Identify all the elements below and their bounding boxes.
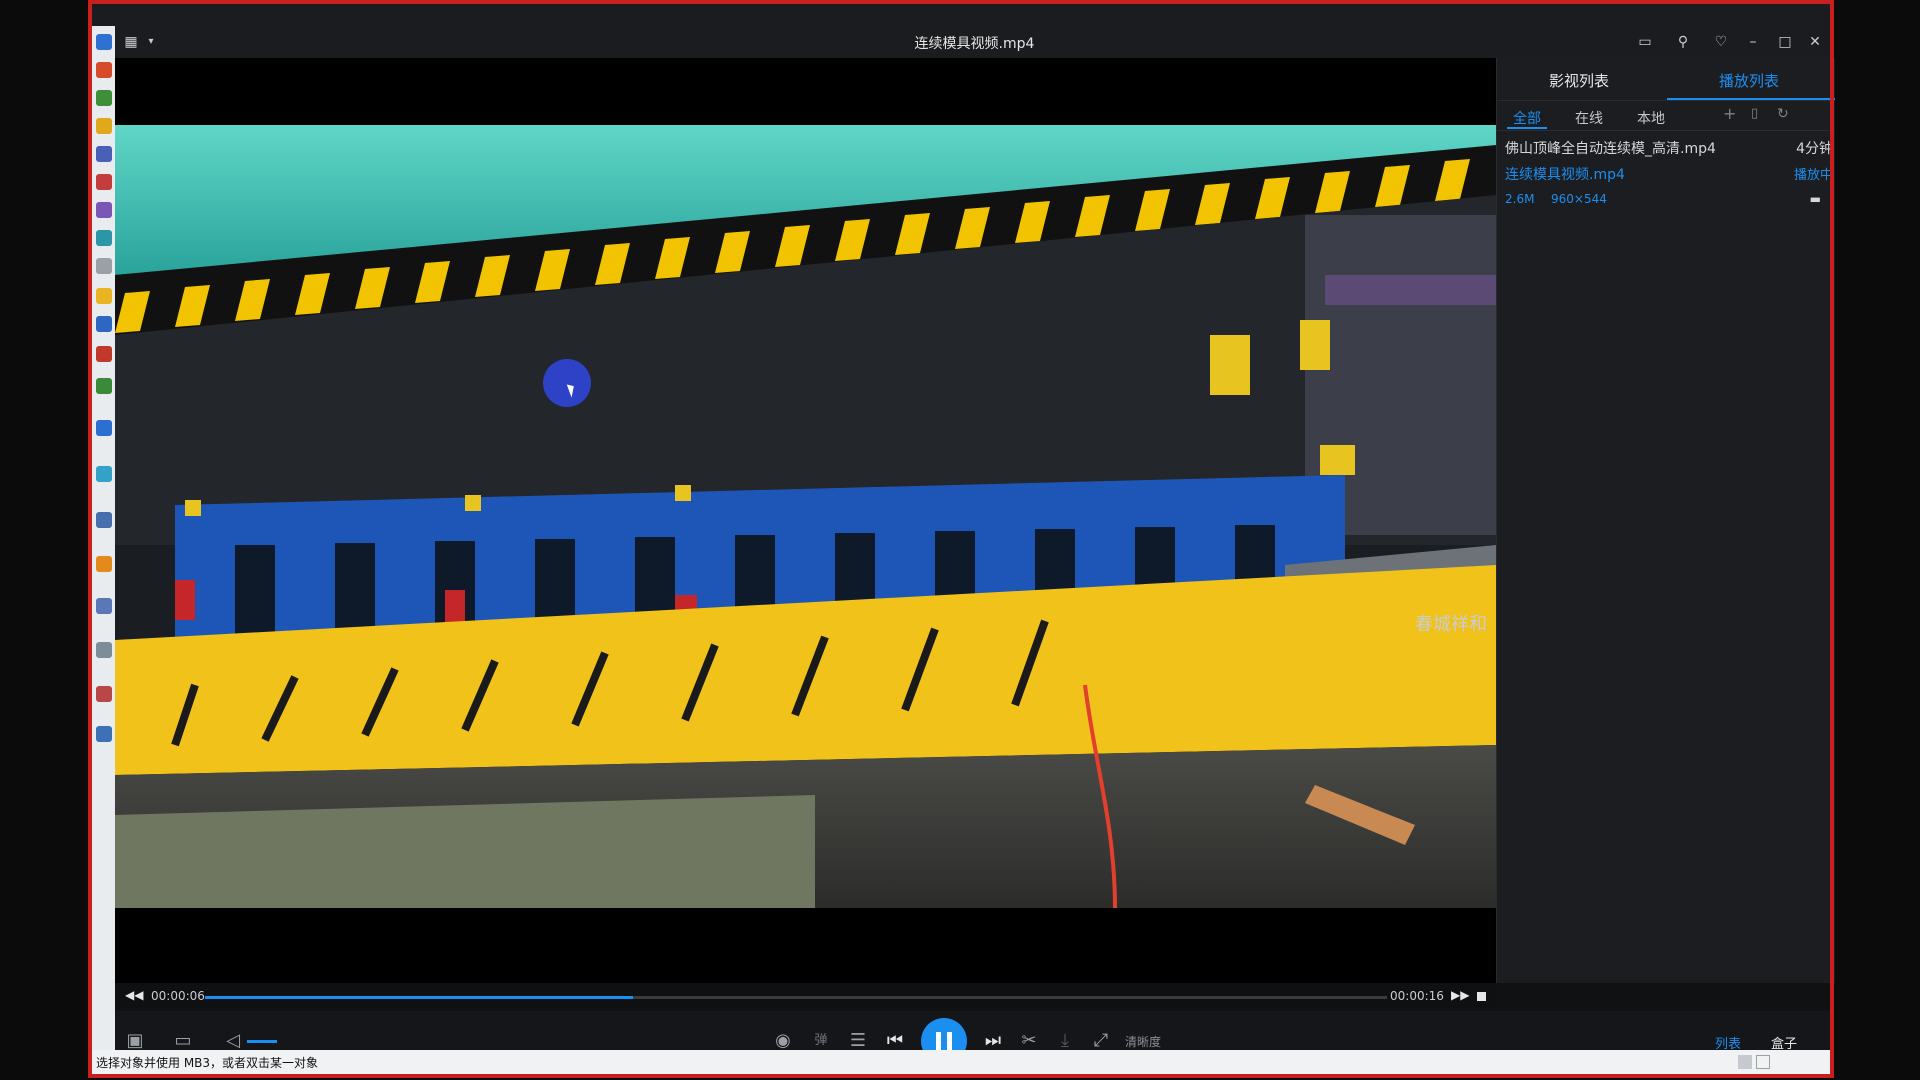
highlight-frame [88, 0, 1834, 1078]
